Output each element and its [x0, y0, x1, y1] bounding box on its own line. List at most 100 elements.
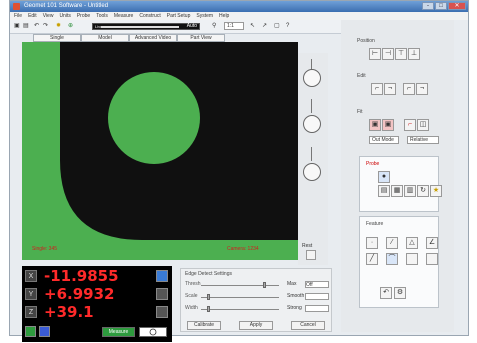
z-axis-button[interactable]: Z: [25, 306, 37, 318]
tab-model[interactable]: Model: [81, 34, 129, 42]
x-axis-button[interactable]: X: [25, 270, 37, 282]
tool-button[interactable]: ⌐: [403, 83, 415, 95]
select-icon[interactable]: ↖: [250, 23, 255, 30]
triangle-tool-icon[interactable]: △: [406, 237, 418, 249]
z-zero-button[interactable]: [156, 306, 168, 318]
menu-probe[interactable]: Probe: [77, 13, 90, 19]
camera-viewport[interactable]: Single: 345 Camera: 1234: [22, 42, 298, 260]
probe-icon[interactable]: ⌐: [404, 119, 416, 131]
menu-units[interactable]: Units: [59, 13, 70, 19]
fit-red-icon[interactable]: ▣: [382, 119, 394, 131]
diagonal-tool-icon[interactable]: ╱: [366, 253, 378, 265]
undo-tool-icon[interactable]: ↶: [380, 287, 392, 299]
tab-single[interactable]: Single: [33, 34, 81, 42]
slider-track[interactable]: [201, 297, 279, 298]
maximize-button[interactable]: □: [435, 2, 447, 10]
menu-measure[interactable]: Measure: [114, 13, 133, 19]
refresh-icon[interactable]: ↻: [417, 185, 429, 197]
slider-value: Auto: [186, 23, 197, 29]
slider-track[interactable]: [101, 26, 179, 28]
apply-button[interactable]: Apply: [239, 321, 273, 330]
row-select[interactable]: [305, 305, 329, 312]
settings-row: Thresh Max Off: [185, 281, 329, 289]
angle-tool-icon[interactable]: ∠: [426, 237, 438, 249]
x-zero-button[interactable]: [156, 270, 168, 282]
relative-select[interactable]: Relative: [407, 136, 439, 144]
undo-icon[interactable]: ↶: [34, 23, 39, 30]
tab-advanced-video[interactable]: Advanced Video: [129, 34, 177, 42]
tools-panel: Position ⊢ ⊣ ⊤ ⊥ Edit ⌐ ¬ ⌐ ¬ Fit ▣ ▣ ⌐ …: [341, 20, 454, 332]
line-icon[interactable]: ▤: [378, 185, 390, 197]
pan-icon[interactable]: ↗: [262, 23, 267, 30]
green-mode-button[interactable]: [25, 326, 36, 337]
row-value: Smooth: [287, 293, 305, 299]
focus-knob[interactable]: [303, 115, 321, 133]
search-icon[interactable]: ⚲: [212, 23, 216, 30]
redo-icon[interactable]: ↷: [43, 23, 48, 30]
light-knob[interactable]: [303, 163, 321, 181]
zoom-fit-icon[interactable]: ⊕: [68, 23, 73, 30]
row-select[interactable]: [305, 293, 329, 300]
tool-button[interactable]: ⊤: [395, 48, 407, 60]
zoom-field[interactable]: 1:1: [224, 22, 244, 30]
help-icon[interactable]: ?: [286, 23, 289, 30]
line-tool-icon[interactable]: ⁄: [386, 237, 398, 249]
rest-button[interactable]: [306, 250, 316, 260]
menu-system[interactable]: System: [196, 13, 213, 19]
point-icon[interactable]: ●: [378, 171, 390, 183]
viewport-label-left: Single: 345: [32, 246, 58, 252]
tool-button[interactable]: ⊥: [408, 48, 420, 60]
slider-track[interactable]: [201, 285, 279, 286]
save-icon[interactable]: ▤: [23, 23, 29, 30]
point-tool-icon[interactable]: ·: [366, 237, 378, 249]
calibrate-button[interactable]: Calibrate: [187, 321, 221, 330]
row-select[interactable]: Off: [305, 281, 329, 288]
slider-track[interactable]: [201, 309, 279, 310]
y-zero-button[interactable]: [156, 288, 168, 300]
y-axis-button[interactable]: Y: [25, 288, 37, 300]
tool-button[interactable]: ⊢: [369, 48, 381, 60]
grid-icon[interactable]: ▦: [391, 185, 403, 197]
feature-group: Probe ● ▤ ▦ ▥ ↻ ★: [359, 156, 442, 212]
dro-bottom: Measure: [24, 325, 170, 340]
zoom-knob[interactable]: [303, 69, 321, 87]
measure-status[interactable]: Measure: [102, 327, 135, 337]
row-label: Thresh: [185, 281, 201, 287]
gear-icon[interactable]: ⚙: [394, 287, 406, 299]
probe-icon[interactable]: ◫: [417, 119, 429, 131]
table-icon[interactable]: ▥: [404, 185, 416, 197]
knob-line: [311, 99, 312, 113]
slider-thumb[interactable]: [207, 294, 210, 300]
info-box[interactable]: [139, 327, 167, 337]
minimize-button[interactable]: -: [422, 2, 434, 10]
tool-button[interactable]: ¬: [384, 83, 396, 95]
tool-button[interactable]: ⊣: [382, 48, 394, 60]
light-icon[interactable]: ✹: [56, 23, 61, 30]
open-icon[interactable]: ▣: [14, 23, 20, 30]
title-bar: Geomet 101 Software - Untitled - □ ✕: [10, 1, 468, 12]
fit-red-icon[interactable]: ▣: [369, 119, 381, 131]
star-icon[interactable]: ★: [430, 185, 442, 197]
frame-icon[interactable]: ▢: [274, 23, 280, 30]
light-slider[interactable]: Live Auto: [92, 23, 200, 30]
slider-thumb[interactable]: [263, 282, 266, 288]
empty-tool[interactable]: [406, 253, 418, 265]
menu-edit[interactable]: Edit: [28, 13, 37, 19]
menu-tools[interactable]: Tools: [96, 13, 108, 19]
menu-part-setup[interactable]: Part Setup: [167, 13, 191, 19]
close-button[interactable]: ✕: [448, 2, 466, 10]
tool-button[interactable]: ¬: [416, 83, 428, 95]
arc-tool-icon[interactable]: ⌒: [386, 253, 398, 265]
menu-file[interactable]: File: [14, 13, 22, 19]
cancel-button[interactable]: Cancel: [291, 321, 325, 330]
menu-view[interactable]: View: [43, 13, 54, 19]
menu-help[interactable]: Help: [219, 13, 229, 19]
menu-construct[interactable]: Construct: [139, 13, 160, 19]
slider-thumb[interactable]: [207, 306, 210, 312]
empty-tool[interactable]: [426, 253, 438, 265]
camera-image: [60, 42, 298, 240]
tab-part-view[interactable]: Part View: [177, 34, 225, 42]
tool-button[interactable]: ⌐: [371, 83, 383, 95]
output-mode-select[interactable]: Out Mode: [369, 136, 399, 144]
blue-mode-button[interactable]: [39, 326, 50, 337]
